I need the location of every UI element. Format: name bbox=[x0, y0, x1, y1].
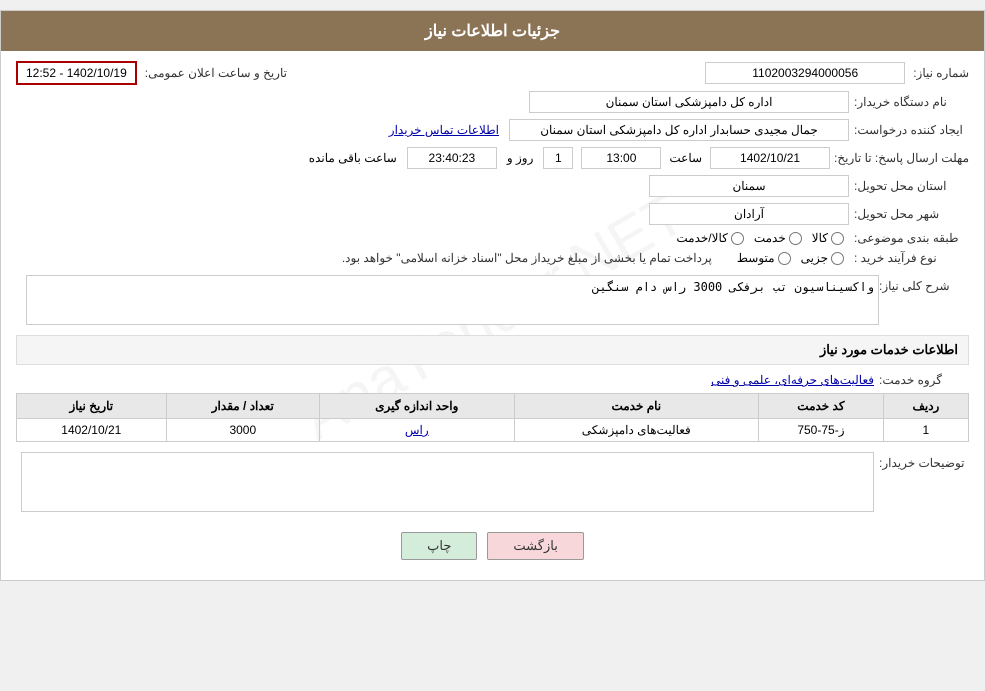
time-label: ساعت bbox=[669, 151, 702, 165]
announce-date-label: تاریخ و ساعت اعلان عمومی: bbox=[145, 66, 287, 80]
buyer-org-value: اداره کل دامپزشکی استان سمنان bbox=[529, 91, 849, 113]
purchase-partial-option[interactable]: جزیی bbox=[801, 251, 844, 265]
deadline-label: مهلت ارسال پاسخ: تا تاریخ: bbox=[834, 151, 969, 165]
page-title: جزئیات اطلاعات نیاز bbox=[425, 23, 560, 40]
deadline-days-value: 1 bbox=[543, 147, 573, 169]
category-both-option[interactable]: کالا/خدمت bbox=[676, 231, 743, 245]
buttons-row: بازگشت چاپ bbox=[16, 522, 969, 570]
deadline-time-value: 13:00 bbox=[581, 147, 661, 169]
purchase-partial-label: جزیی bbox=[801, 251, 828, 265]
province-label: استان محل تحویل: bbox=[849, 179, 969, 193]
days-label: روز و bbox=[507, 151, 534, 165]
city-value: آرادان bbox=[649, 203, 849, 225]
buyer-notes-label: توضیحات خریدار: bbox=[879, 452, 969, 470]
category-both-radio[interactable] bbox=[731, 232, 744, 245]
deadline-date-value: 1402/10/21 bbox=[710, 147, 830, 169]
category-goods-label: کالا bbox=[812, 231, 828, 245]
category-service-radio[interactable] bbox=[789, 232, 802, 245]
purchase-medium-label: متوسط bbox=[737, 251, 775, 265]
purchase-medium-option[interactable]: متوسط bbox=[737, 251, 791, 265]
purchase-note: پرداخت تمام یا بخشی از مبلغ خریداز محل "… bbox=[342, 251, 712, 265]
buyer-notes-textarea[interactable] bbox=[21, 452, 874, 512]
need-number-label: شماره نیاز: bbox=[913, 66, 969, 80]
table-header-code: کد خدمت bbox=[759, 394, 884, 419]
page-header: جزئیات اطلاعات نیاز bbox=[1, 11, 984, 51]
need-desc-label: شرح کلی نیاز: bbox=[879, 275, 969, 293]
purchase-type-radio-group: جزیی متوسط bbox=[737, 251, 844, 265]
purchase-partial-radio[interactable] bbox=[831, 252, 844, 265]
services-table: ردیف کد خدمت نام خدمت واحد اندازه گیری ت… bbox=[16, 393, 969, 442]
service-group-value[interactable]: فعالیت‌های حرفه‌ای، علمی و فنی bbox=[711, 373, 874, 387]
province-value: سمنان bbox=[649, 175, 849, 197]
table-header-qty: تعداد / مقدار bbox=[166, 394, 319, 419]
creator-label: ایجاد کننده درخواست: bbox=[849, 123, 969, 137]
category-radio-group: کالا خدمت کالا/خدمت bbox=[676, 231, 844, 245]
table-header-name: نام خدمت bbox=[514, 394, 759, 419]
category-goods-option[interactable]: کالا bbox=[812, 231, 844, 245]
need-number-value: 1102003294000056 bbox=[705, 62, 905, 84]
category-goods-radio[interactable] bbox=[831, 232, 844, 245]
back-button[interactable]: بازگشت bbox=[487, 532, 583, 560]
need-desc-textarea[interactable] bbox=[26, 275, 879, 325]
buyer-org-label: نام دستگاه خریدار: bbox=[849, 95, 969, 109]
deadline-remaining-value: 23:40:23 bbox=[407, 147, 497, 169]
table-header-row: ردیف bbox=[883, 394, 968, 419]
table-header-unit: واحد اندازه گیری bbox=[320, 394, 515, 419]
category-label: طبقه بندی موضوعی: bbox=[849, 231, 969, 245]
table-row: 1ز-75-750فعالیت‌های دامپزشکیراس30001402/… bbox=[17, 419, 969, 442]
table-header-date: تاریخ نیاز bbox=[17, 394, 167, 419]
category-service-option[interactable]: خدمت bbox=[754, 231, 802, 245]
announce-date-value: 1402/10/19 - 12:52 bbox=[16, 61, 137, 85]
hours-remaining-label: ساعت باقی مانده bbox=[309, 151, 397, 165]
service-group-label: گروه خدمت: bbox=[879, 373, 969, 387]
purchase-type-label: نوع فرآیند خرید : bbox=[849, 251, 969, 265]
services-section-title: اطلاعات خدمات مورد نیاز bbox=[16, 335, 969, 365]
print-button[interactable]: چاپ bbox=[401, 532, 477, 560]
creator-value: جمال مجیدی حسابدار اداره کل دامپزشکی است… bbox=[509, 119, 849, 141]
city-label: شهر محل تحویل: bbox=[849, 207, 969, 221]
category-service-label: خدمت bbox=[754, 231, 786, 245]
purchase-medium-radio[interactable] bbox=[778, 252, 791, 265]
contact-info-link[interactable]: اطلاعات تماس خریدار bbox=[389, 123, 499, 137]
category-both-label: کالا/خدمت bbox=[676, 231, 727, 245]
